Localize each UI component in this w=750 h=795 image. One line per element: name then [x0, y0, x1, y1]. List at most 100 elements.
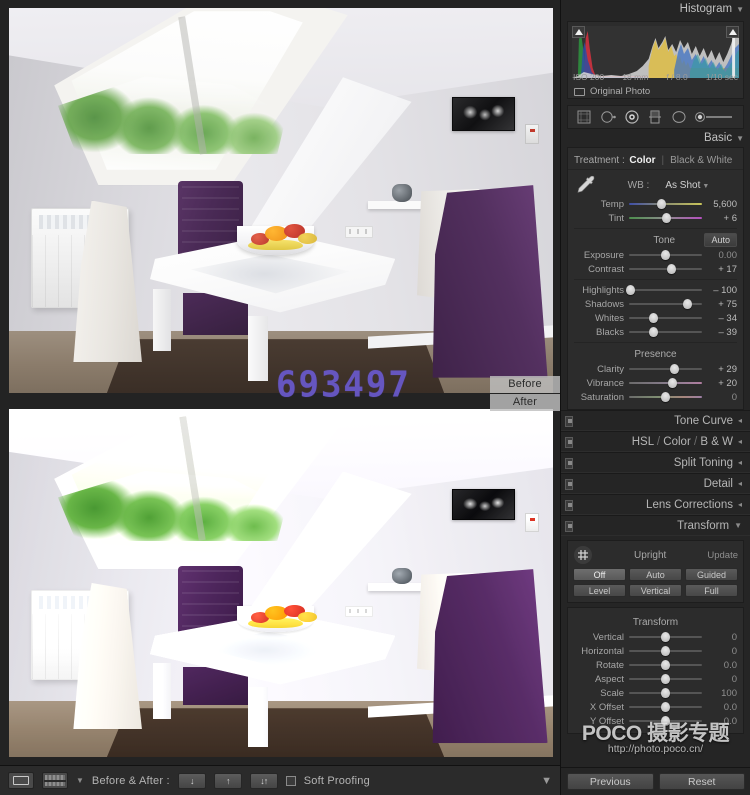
spot-removal-tool[interactable] [599, 108, 617, 126]
transform-scale-row[interactable]: Scale 100 [568, 686, 743, 700]
transform-xoffset-value[interactable]: 0.0 [707, 702, 737, 713]
transform-rotate-handle[interactable] [661, 660, 670, 670]
soft-proofing-checkbox[interactable] [285, 775, 296, 786]
before-after-split-icon[interactable] [42, 772, 68, 789]
saturation-slider-track[interactable] [629, 392, 702, 402]
upright-level-button[interactable]: Level [573, 584, 626, 597]
blacks-slider-row[interactable]: Blacks – 39 [568, 325, 743, 339]
hsl-color-bw-panel-header[interactable]: HSL / Color / B & W ◂ [561, 431, 750, 452]
contrast-slider-row[interactable]: Contrast + 17 [568, 262, 743, 276]
transform-vertical-handle[interactable] [661, 632, 670, 642]
basic-panel-header[interactable]: Basic ▼ [561, 129, 750, 147]
saturation-slider-row[interactable]: Saturation 0 [568, 390, 743, 404]
highlights-slider-track[interactable] [625, 285, 702, 295]
transform-scale-handle[interactable] [661, 688, 670, 698]
transform-scale-track[interactable] [629, 688, 702, 698]
panel-toggle-switch[interactable] [565, 479, 573, 490]
detail-panel-header[interactable]: Detail ◂ [561, 473, 750, 494]
upright-vertical-button[interactable]: Vertical [629, 584, 682, 597]
panel-toggle-switch[interactable] [565, 500, 573, 511]
vibrance-slider-track[interactable] [629, 378, 702, 388]
exposure-slider-row[interactable]: Exposure 0.00 [568, 248, 743, 262]
saturation-value[interactable]: 0 [707, 392, 737, 403]
transform-vertical-row[interactable]: Vertical 0 [568, 630, 743, 644]
chevron-left-icon[interactable]: ◂ [738, 458, 742, 467]
transform-yoffset-track[interactable] [629, 716, 702, 726]
chevron-down-icon[interactable]: ▼ [702, 183, 709, 190]
after-photo-pane[interactable] [9, 409, 553, 757]
transform-rotate-value[interactable]: 0.0 [707, 660, 737, 671]
previous-button[interactable]: Previous [567, 773, 654, 790]
chevron-left-icon[interactable]: ◂ [738, 479, 742, 488]
whites-slider-handle[interactable] [648, 313, 658, 323]
clarity-slider-handle[interactable] [670, 364, 680, 374]
whites-slider-row[interactable]: Whites – 34 [568, 311, 743, 325]
exposure-slider-track[interactable] [629, 250, 702, 260]
white-balance-selector-icon[interactable] [574, 174, 600, 196]
shadows-slider-track[interactable] [629, 299, 702, 309]
clarity-value[interactable]: + 29 [707, 364, 737, 375]
vibrance-slider-handle[interactable] [667, 378, 677, 388]
transform-xoffset-handle[interactable] [661, 702, 670, 712]
clarity-slider-track[interactable] [629, 364, 702, 374]
split-toning-panel-header[interactable]: Split Toning ◂ [561, 452, 750, 473]
highlights-value[interactable]: – 100 [707, 285, 737, 296]
tint-value[interactable]: + 6 [707, 213, 737, 224]
transform-rotate-track[interactable] [629, 660, 702, 670]
transform-aspect-value[interactable]: 0 [707, 674, 737, 685]
treatment-color-option[interactable]: Color [629, 155, 655, 166]
transform-horizontal-row[interactable]: Horizontal 0 [568, 644, 743, 658]
reset-button[interactable]: Reset [658, 773, 745, 790]
red-eye-correction-tool[interactable] [623, 108, 641, 126]
saturation-slider-handle[interactable] [661, 392, 670, 402]
transform-yoffset-value[interactable]: 0.0 [707, 716, 737, 727]
chevron-left-icon[interactable]: ◂ [738, 416, 742, 425]
chevron-left-icon[interactable]: ◂ [738, 437, 742, 446]
transform-horizontal-handle[interactable] [661, 646, 670, 656]
clarity-slider-row[interactable]: Clarity + 29 [568, 362, 743, 376]
panel-toggle-switch[interactable] [565, 416, 573, 427]
temp-slider-track[interactable] [629, 199, 702, 209]
blacks-value[interactable]: – 39 [707, 327, 738, 338]
transform-rotate-row[interactable]: Rotate 0.0 [568, 658, 743, 672]
wb-value[interactable]: As Shot [665, 180, 700, 191]
contrast-slider-track[interactable] [629, 264, 702, 274]
bw-tab[interactable]: B & W [700, 436, 733, 448]
blacks-slider-handle[interactable] [648, 327, 658, 337]
transform-aspect-row[interactable]: Aspect 0 [568, 672, 743, 686]
shadows-slider-row[interactable]: Shadows + 75 [568, 297, 743, 311]
temp-slider-handle[interactable] [657, 199, 667, 209]
panel-toggle-switch[interactable] [565, 437, 573, 448]
blacks-slider-track[interactable] [629, 327, 702, 337]
lens-corrections-panel-header[interactable]: Lens Corrections ◂ [561, 494, 750, 515]
upright-full-button[interactable]: Full [685, 584, 738, 597]
shadow-clipping-indicator[interactable] [572, 26, 585, 38]
toolbar-collapse-icon[interactable]: ▼ [541, 775, 552, 787]
chevron-down-icon[interactable]: ▼ [736, 5, 744, 14]
histogram-panel-header[interactable]: Histogram ▼ [561, 0, 750, 18]
loupe-view-icon[interactable] [8, 772, 34, 789]
transform-aspect-handle[interactable] [661, 674, 670, 684]
crop-overlay-tool[interactable] [575, 108, 593, 126]
vibrance-value[interactable]: + 20 [707, 378, 737, 389]
panel-toggle-switch[interactable] [565, 458, 573, 469]
transform-xoffset-row[interactable]: X Offset 0.0 [568, 700, 743, 714]
highlights-slider-row[interactable]: Highlights – 100 [568, 283, 743, 297]
chevron-left-icon[interactable]: ◂ [738, 500, 742, 509]
tint-slider-handle[interactable] [661, 213, 671, 223]
transform-xoffset-track[interactable] [629, 702, 702, 712]
transform-yoffset-row[interactable]: Y Offset 0.0 [568, 714, 743, 728]
treatment-bw-option[interactable]: Black & White [670, 155, 732, 166]
transform-panel-header[interactable]: Transform ▼ [561, 515, 750, 536]
temp-value[interactable]: 5,600 [707, 199, 737, 210]
highlights-slider-handle[interactable] [625, 285, 635, 295]
transform-horizontal-value[interactable]: 0 [707, 646, 737, 657]
highlight-clipping-indicator[interactable] [726, 26, 739, 38]
color-tab[interactable]: Color [663, 436, 690, 448]
chevron-down-icon[interactable]: ▼ [736, 134, 744, 143]
whites-slider-track[interactable] [629, 313, 702, 323]
shadows-slider-handle[interactable] [682, 299, 692, 309]
transform-aspect-track[interactable] [629, 674, 702, 684]
tint-slider-row[interactable]: Tint + 6 [568, 211, 743, 225]
copy-before-settings-button[interactable]: ↓ [177, 772, 206, 789]
